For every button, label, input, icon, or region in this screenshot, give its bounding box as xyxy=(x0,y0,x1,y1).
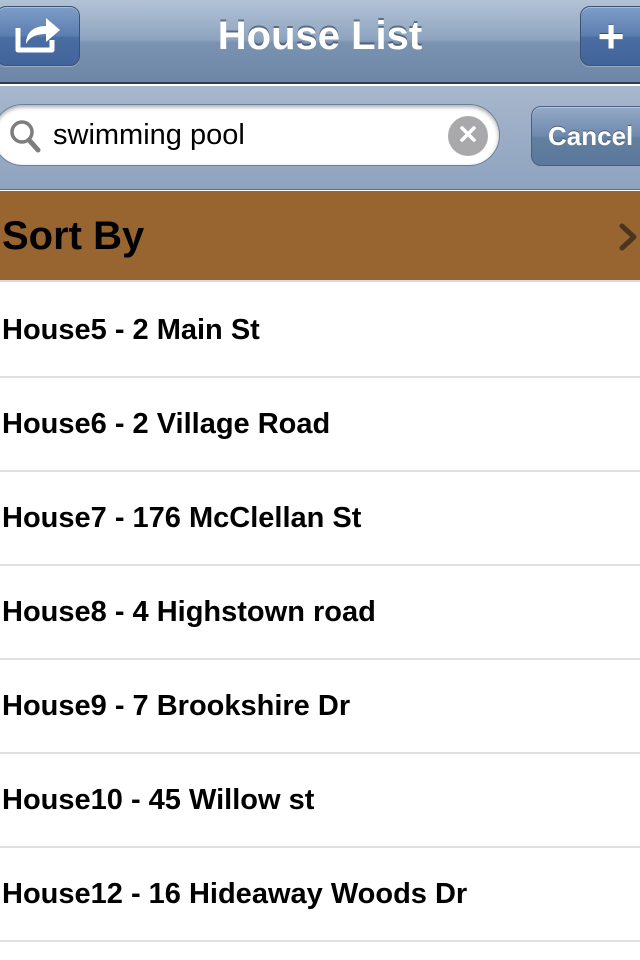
house-label: House5 - 2 Main St xyxy=(2,313,260,346)
house-label: House10 - 45 Willow st xyxy=(2,783,315,816)
house-label: House8 - 4 Highstown road xyxy=(2,595,376,628)
search-input[interactable] xyxy=(53,115,433,155)
list-item[interactable]: House9 - 7 Brookshire Dr xyxy=(0,660,640,754)
list-item[interactable]: House10 - 45 Willow st xyxy=(0,754,640,848)
house-label: House7 - 176 McClellan St xyxy=(2,501,362,534)
search-bar: Cancel xyxy=(0,86,640,190)
app-screen: House List + Cance xyxy=(0,0,640,960)
sort-by-row[interactable]: Sort By xyxy=(0,191,640,282)
list-item[interactable]: House7 - 176 McClellan St xyxy=(0,472,640,566)
list-item[interactable]: House8 - 4 Highstown road xyxy=(0,566,640,660)
list-item[interactable]: House12 - 16 Hideaway Woods Dr xyxy=(0,848,640,942)
cancel-button[interactable]: Cancel xyxy=(531,106,640,166)
list-item[interactable]: House6 - 2 Village Road xyxy=(0,378,640,472)
list-item[interactable]: House5 - 2 Main St xyxy=(0,284,640,378)
search-field[interactable] xyxy=(0,104,500,166)
house-label: House9 - 7 Brookshire Dr xyxy=(2,689,351,722)
sort-by-label: Sort By xyxy=(2,214,145,258)
clear-search-button[interactable] xyxy=(448,116,488,156)
clear-icon xyxy=(458,124,478,149)
navigation-bar: House List + xyxy=(0,0,640,84)
plus-icon: + xyxy=(597,10,625,62)
house-list: House5 - 2 Main St House6 - 2 Village Ro… xyxy=(0,284,640,942)
chevron-right-icon xyxy=(616,222,640,252)
page-title: House List xyxy=(217,14,423,58)
house-label: House6 - 2 Village Road xyxy=(2,407,331,440)
add-house-button[interactable]: + xyxy=(580,6,640,66)
house-label: House12 - 16 Hideaway Woods Dr xyxy=(2,877,468,910)
search-icon xyxy=(9,119,41,153)
